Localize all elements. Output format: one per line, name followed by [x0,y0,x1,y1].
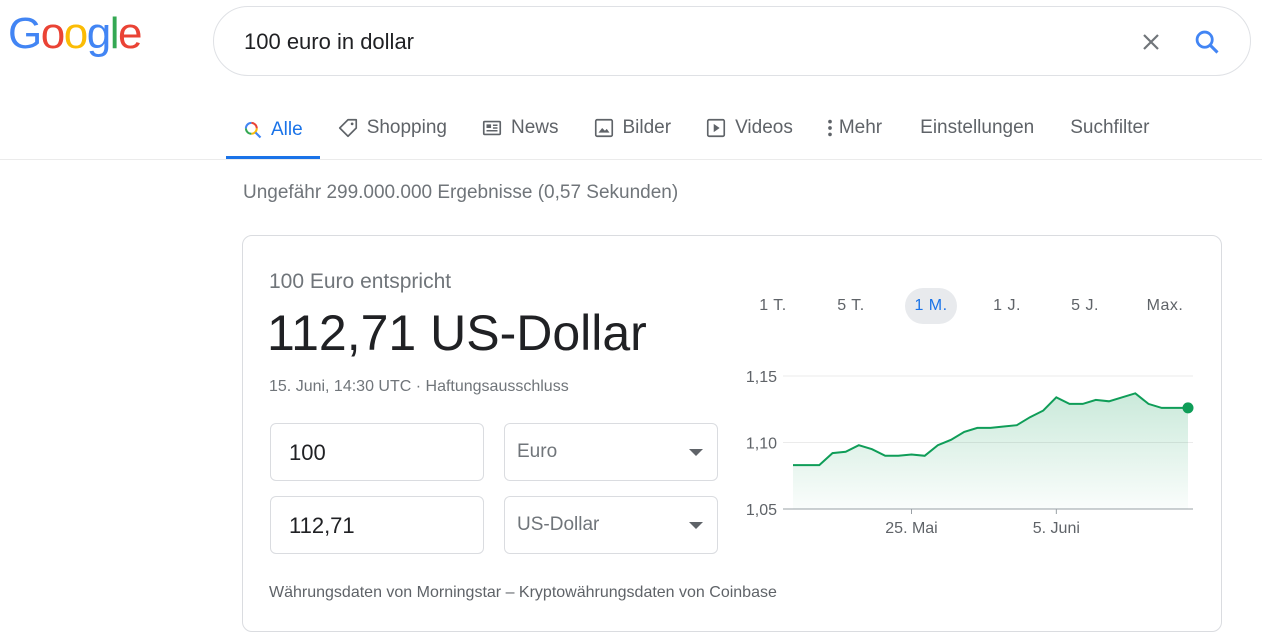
time-range-selector: 1 T. 5 T. 1 M. 1 J. 5 J. Max. [743,288,1203,324]
tab-label: Shopping [366,117,447,138]
to-amount-field[interactable] [270,496,484,554]
search-tabs: Alle Shopping News Bilder Videos Mehr Ei… [226,100,1167,160]
range-1y[interactable]: 1 J. [983,288,1031,324]
tab-label: News [510,117,559,138]
tab-images[interactable]: Bilder [576,100,689,156]
tab-label: Einstellungen [920,117,1035,138]
y-tick-label: 1,10 [746,436,777,453]
news-icon [482,120,502,136]
x-tick-label: 5. Juni [1033,520,1080,537]
video-icon [707,118,726,138]
tab-tools[interactable]: Suchfilter [1052,100,1167,156]
logo-letter: g [86,9,111,58]
close-icon [1143,34,1159,50]
search-icon [1195,30,1219,54]
search-box[interactable] [213,6,1251,76]
tab-more[interactable]: Mehr [810,100,902,156]
data-sources: Währungsdaten von Morningstar – Kryptowä… [269,584,777,602]
clear-search-button[interactable] [1134,25,1168,59]
y-tick-label: 1,05 [746,502,777,519]
google-logo[interactable]: Google [8,9,142,58]
y-tick-label: 1,15 [746,369,777,386]
to-amount-input[interactable] [289,511,469,541]
to-currency-value: US-Dollar [517,514,600,535]
chevron-down-icon [689,522,703,529]
coinbase-link[interactable]: Kryptowährungsdaten von Coinbase [519,584,777,601]
search-button[interactable] [1190,25,1224,59]
tab-shopping[interactable]: Shopping [320,100,464,156]
from-amount-field[interactable] [270,423,484,481]
equals-label: 100 Euro entspricht [269,270,452,293]
exchange-rate-chart[interactable]: 1,15 1,10 1,05 25. Mai 5. Juni [723,346,1213,546]
conversion-result: 112,71 US-Dollar [267,305,647,361]
from-currency-select[interactable]: Euro [504,423,718,481]
footer-dash: – [501,584,519,601]
currency-converter-card: 100 Euro entspricht 112,71 US-Dollar 15.… [242,235,1222,632]
tab-label: Suchfilter [1070,117,1150,138]
search-input[interactable] [244,25,1104,59]
current-rate-point[interactable] [1182,402,1194,414]
tab-label: Bilder [622,117,672,138]
more-vert-icon [828,119,832,137]
morningstar-link[interactable]: Währungsdaten von Morningstar [269,584,501,601]
logo-letter: o [40,9,65,58]
range-1d[interactable]: 1 T. [749,288,797,324]
disclaimer-link[interactable]: Haftungsausschluss [426,378,569,395]
result-stats: Ungefähr 299.000.000 Ergebnisse (0,57 Se… [243,182,679,203]
search-icon [244,121,262,139]
tab-label: Mehr [838,117,883,138]
image-icon [594,118,613,138]
range-1m[interactable]: 1 M. [905,288,957,324]
rate-meta: 15. Juni, 14:30 UTC · Haftungsausschluss [269,378,569,396]
rate-area [793,393,1188,509]
tab-label: Alle [271,119,303,140]
tab-settings[interactable]: Einstellungen [902,100,1052,156]
tag-icon [338,118,357,138]
tab-all[interactable]: Alle [226,100,320,160]
range-5y[interactable]: 5 J. [1061,288,1109,324]
tab-videos[interactable]: Videos [688,100,810,156]
chevron-down-icon [689,449,703,456]
range-5d[interactable]: 5 T. [827,288,875,324]
tab-label: Videos [735,117,793,138]
from-amount-input[interactable] [289,438,469,468]
tab-news[interactable]: News [464,100,576,156]
to-currency-select[interactable]: US-Dollar [504,496,718,554]
logo-letter: l [109,9,120,58]
from-currency-value: Euro [517,441,558,462]
logo-letter: o [63,9,88,58]
rate-timestamp: 15. Juni, 14:30 UTC [269,378,412,395]
logo-letter: e [117,9,142,58]
x-tick-label: 25. Mai [885,520,937,537]
meta-separator: · [411,378,426,395]
logo-letter: G [8,9,42,58]
tabs-divider [0,159,1262,160]
range-max[interactable]: Max. [1139,288,1191,324]
